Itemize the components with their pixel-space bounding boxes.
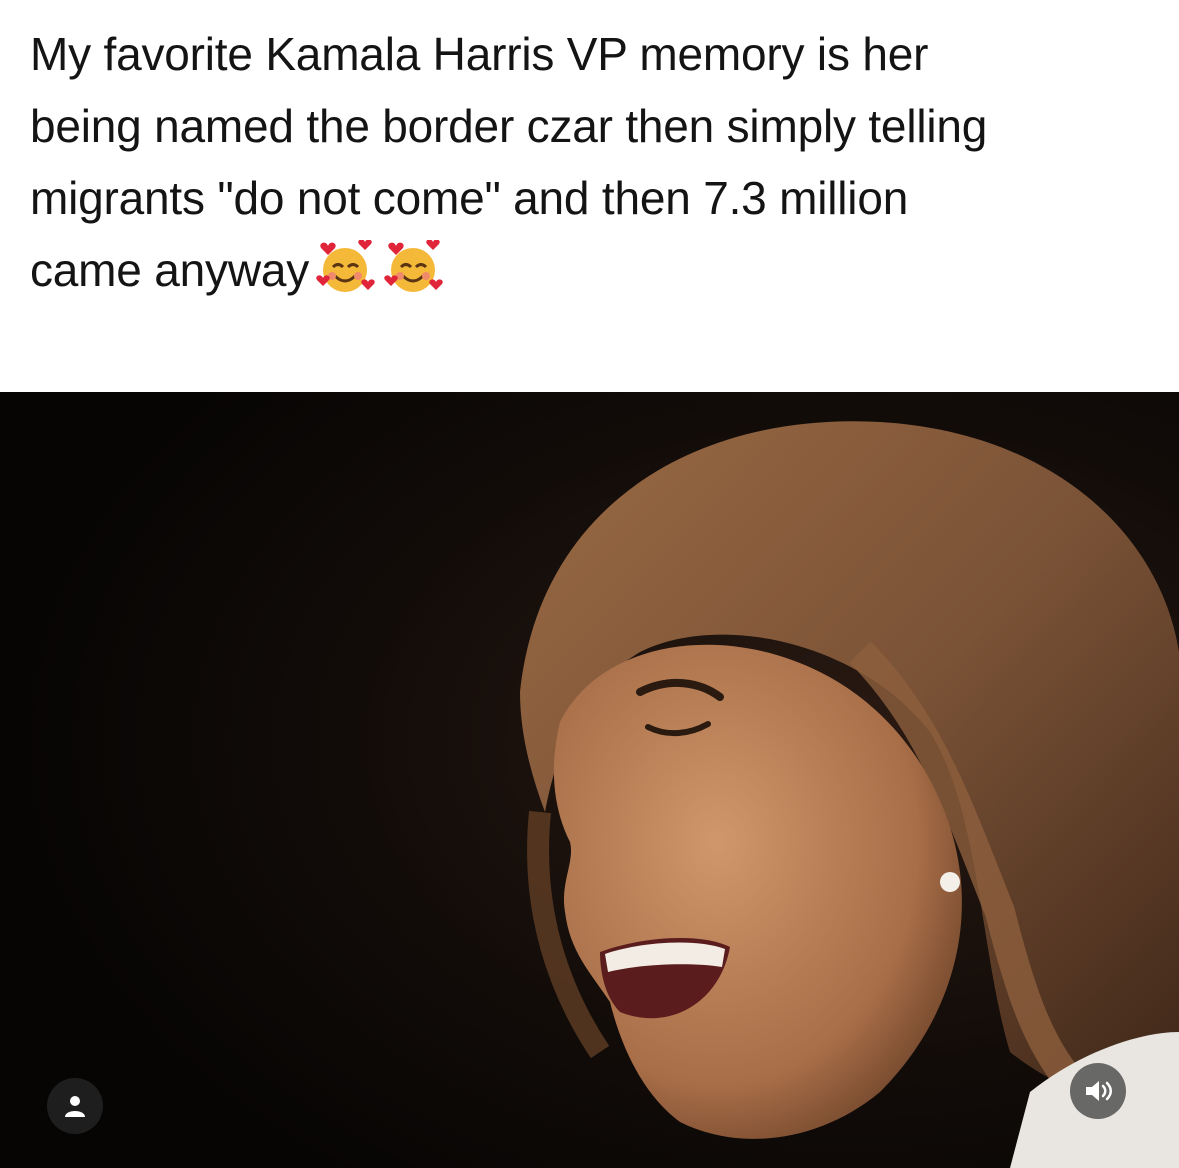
smiling-face-with-hearts-icon <box>316 240 375 292</box>
caption-line-1: My favorite Kamala Harris VP memory is h… <box>30 28 929 80</box>
caption-line-2: being named the border czar then simply … <box>30 100 988 152</box>
speaker-icon <box>1086 1081 1112 1101</box>
post-caption: My favorite Kamala Harris VP memory is h… <box>30 18 1155 306</box>
post-media-photo[interactable] <box>0 392 1179 1168</box>
laughing-woman-photo <box>0 392 1179 1168</box>
tagged-users-button[interactable] <box>47 1078 103 1134</box>
user-icon <box>65 1096 85 1117</box>
caption-line-4-text: came anyway <box>30 244 310 296</box>
caption-line-4: came anyway <box>30 234 1155 306</box>
sound-toggle-button[interactable] <box>1070 1063 1126 1119</box>
smiling-face-with-hearts-icon <box>384 240 443 292</box>
caption-line-3: migrants "do not come" and then 7.3 mill… <box>30 172 909 224</box>
